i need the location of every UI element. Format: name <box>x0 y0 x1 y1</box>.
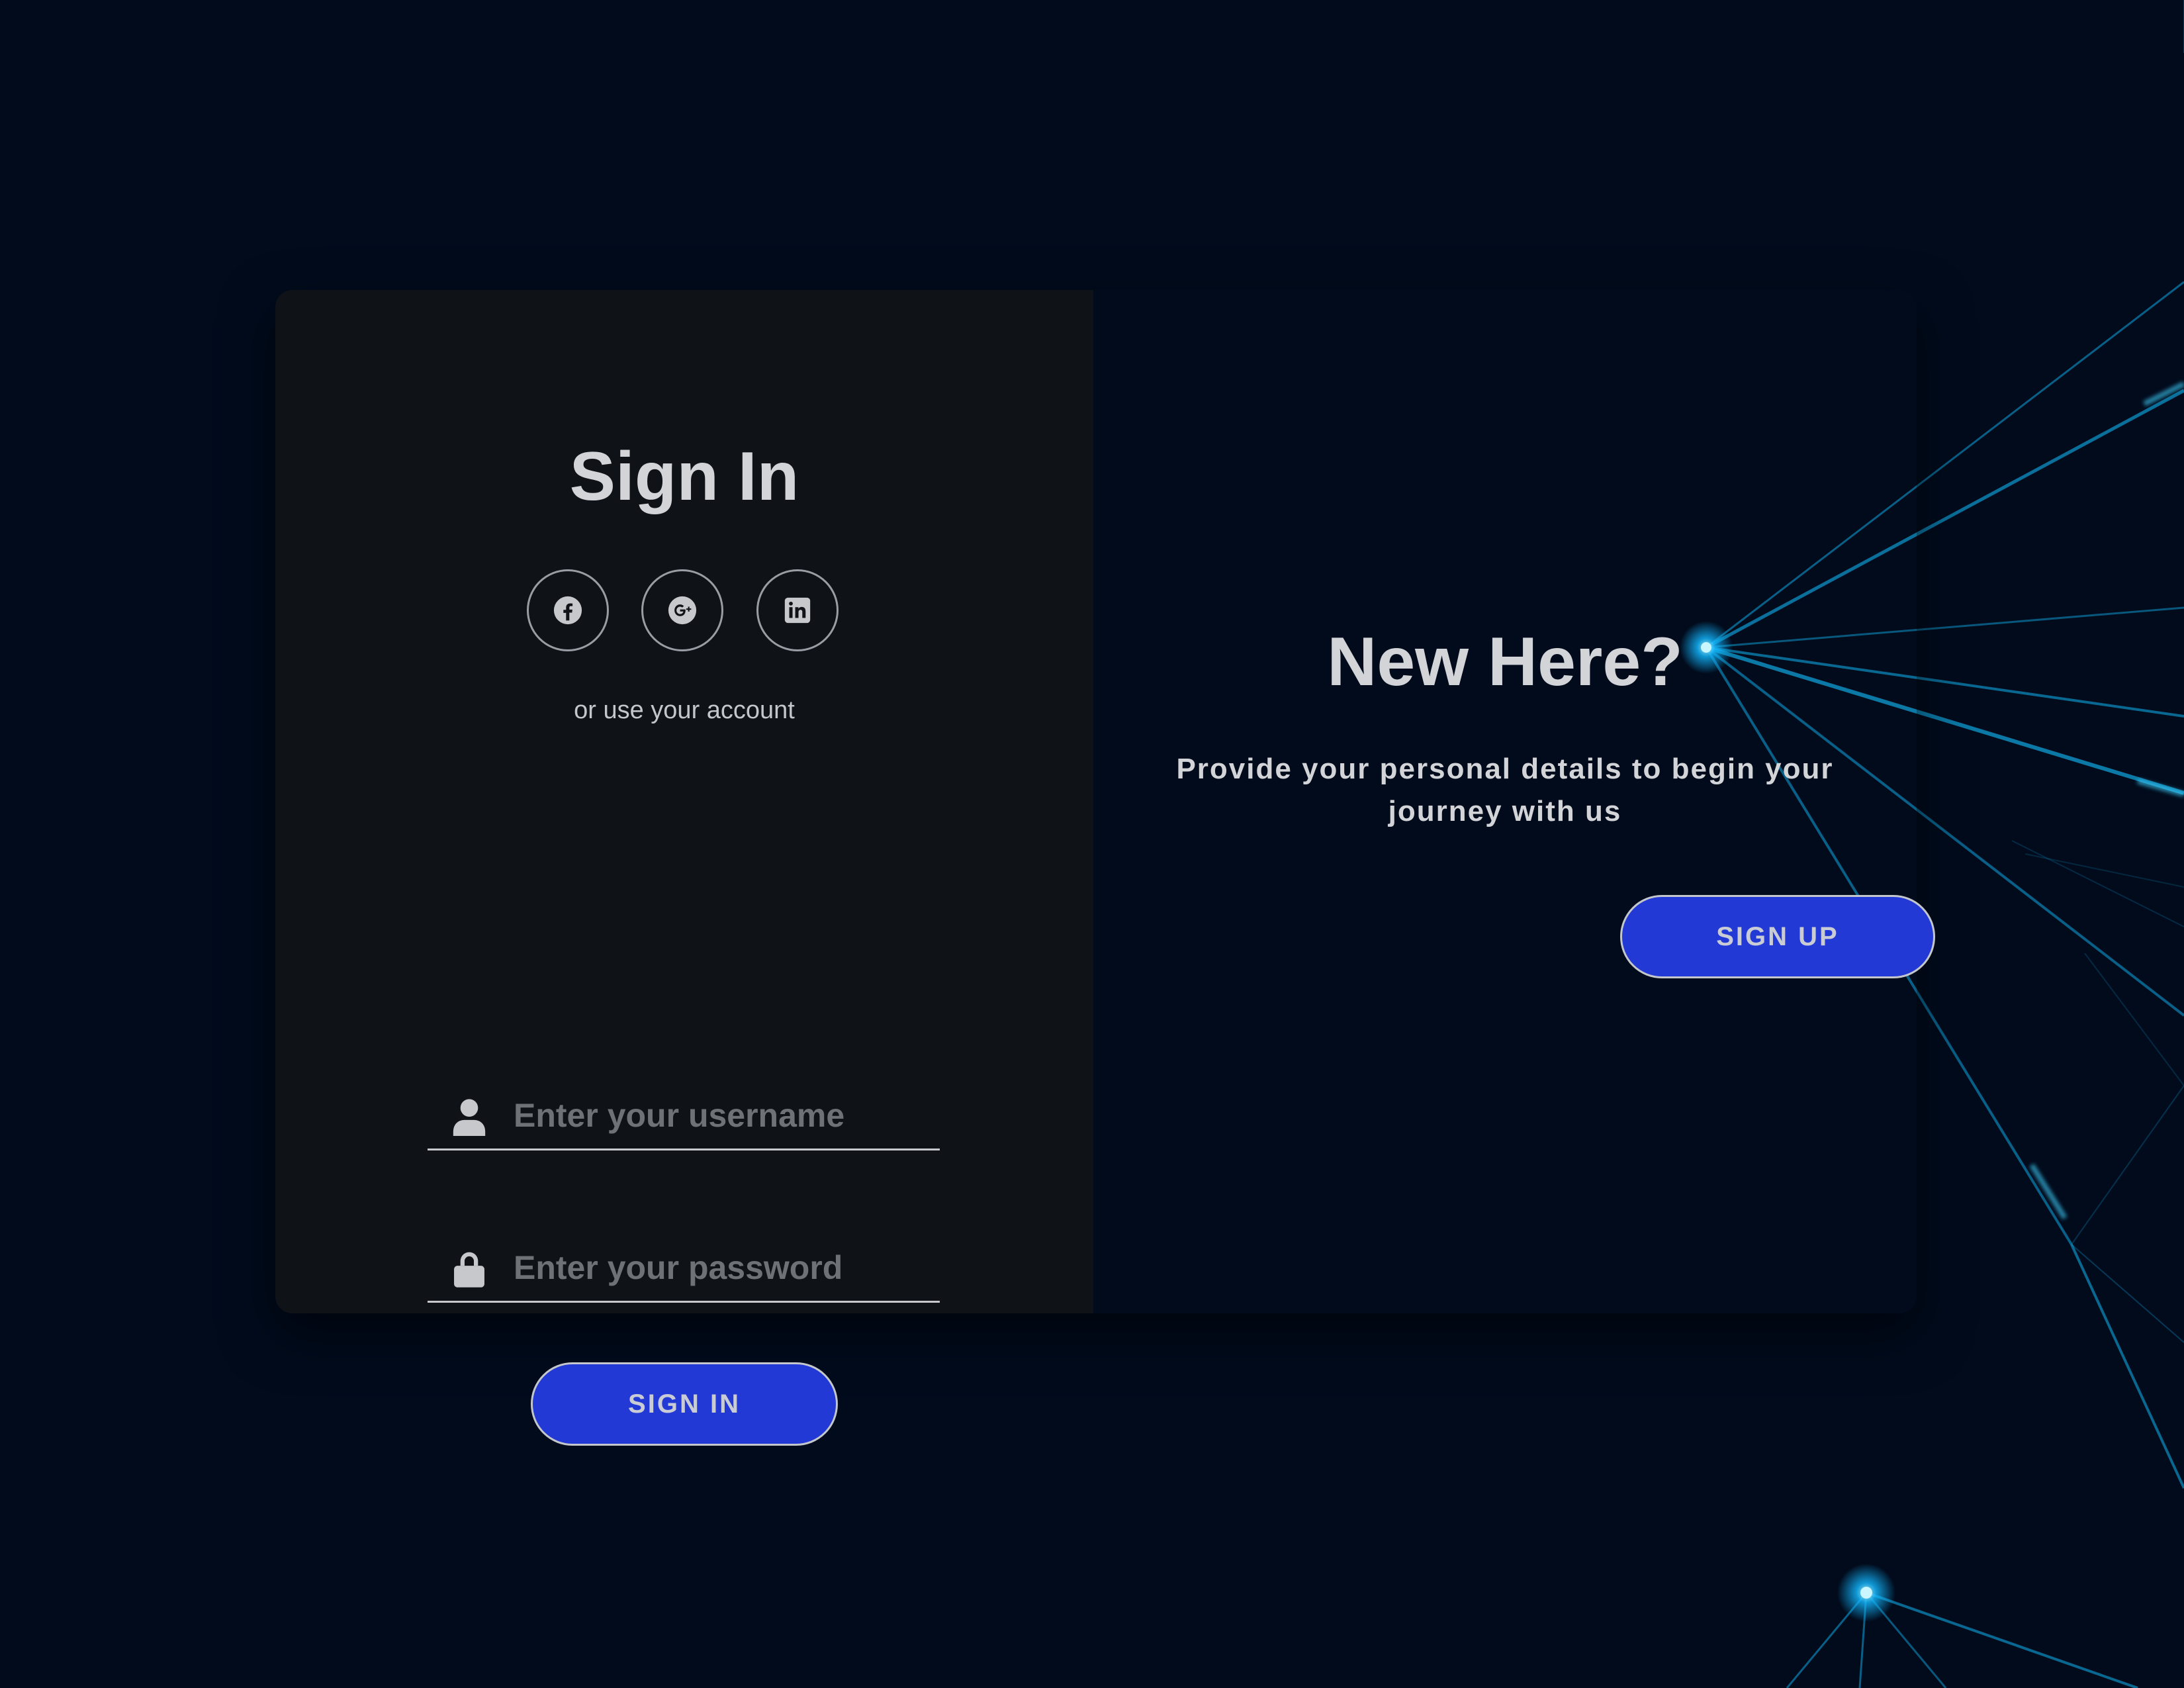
alternate-login-text: or use your account <box>574 696 795 724</box>
auth-card: Sign In or use your account Enter your u… <box>275 290 1935 1446</box>
google-plus-button[interactable] <box>641 569 723 651</box>
linkedin-button[interactable] <box>756 569 839 651</box>
facebook-icon <box>553 596 582 625</box>
sign-up-panel: New Here? Provide your personal details … <box>1093 290 1935 1313</box>
linkedin-icon <box>784 597 811 624</box>
sign-in-panel: Sign In or use your account Enter your u… <box>275 290 1093 1446</box>
sign-up-description: Provide your personal details to begin y… <box>1176 753 1834 827</box>
sign-in-title: Sign In <box>569 438 799 515</box>
username-field <box>428 1078 940 1150</box>
password-input[interactable] <box>512 1241 932 1295</box>
username-input[interactable] <box>512 1088 932 1143</box>
user-icon <box>453 1099 486 1136</box>
sign-up-title: New Here? <box>1327 624 1683 700</box>
password-field <box>428 1230 940 1303</box>
lock-icon <box>454 1252 484 1288</box>
facebook-button[interactable] <box>527 569 609 651</box>
sign-up-button[interactable]: SIGN UP <box>1620 895 1935 978</box>
sign-in-button[interactable]: SIGN IN <box>531 1362 838 1446</box>
google-plus-icon <box>668 596 697 625</box>
